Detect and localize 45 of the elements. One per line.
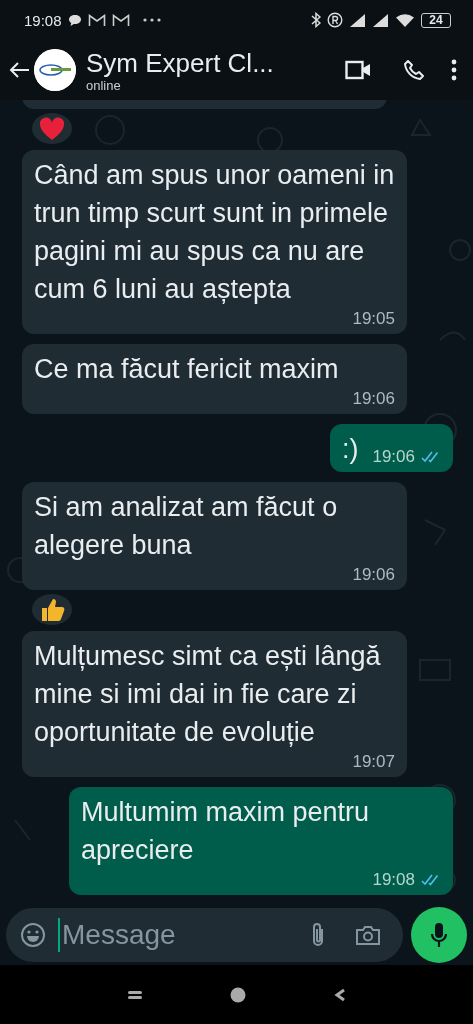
message-time: 19:08 [372, 869, 415, 891]
message-bar[interactable]: Message [6, 908, 403, 962]
battery-level: 24 [421, 12, 451, 28]
wifi-icon [395, 12, 415, 28]
message-text: Mulțumesc simt ca ești lângă mine si imi dai in fie care zi oportunitate de evoluție [34, 640, 382, 749]
message-bubble[interactable]: Ce ma făcut fericit maxim 19:06 [22, 344, 407, 415]
message-bubble[interactable]: Multumim maxim pentru apreciere 19:08 [69, 787, 453, 895]
status-time: 19:08 [24, 11, 62, 29]
signal-icon [372, 12, 389, 28]
message-time: 19:06 [352, 564, 395, 587]
message-bubble[interactable]: Mulțumesc simt ca ești lângă mine si imi dai in fie care zi oportunitate de evoluție 19:07 [22, 631, 407, 777]
menu-icon[interactable] [451, 59, 457, 81]
microphone-icon [431, 922, 447, 948]
contact-status: online [86, 77, 122, 93]
message-text: Si am analizat am făcut o alegere buna [34, 491, 339, 563]
chat-bubble-icon [67, 13, 82, 27]
registered-icon [327, 12, 343, 28]
contact-avatar[interactable] [34, 49, 76, 91]
message-time: 19:06 [352, 388, 395, 411]
mail-icon [87, 13, 106, 27]
message-time: 19:05 [352, 308, 395, 331]
message-text: Ce ma făcut fericit maxim [34, 353, 339, 387]
message-text: Când am spus unor oameni in trun timp scurt sunt in primele pagini mi au spus ca nu are cum 6 luni au aștepta [34, 159, 395, 307]
back-icon[interactable] [333, 987, 346, 1002]
bluetooth-icon [311, 12, 321, 28]
message-text: Multumim maxim pentru apreciere [81, 796, 371, 867]
heart-reaction-icon [32, 113, 72, 145]
message-time: 19:06 [372, 446, 415, 469]
message-bubble[interactable]: Când am spus unor oameni in trun timp scurt sunt in primele pagini mi au spus ca nu are cum 6 luni au aștepta 19:05 [22, 150, 407, 335]
contact-name: Sym Expert Cl... [86, 47, 275, 78]
emoji-icon[interactable] [20, 922, 46, 948]
phone-icon[interactable] [403, 59, 425, 81]
message-time: 19:07 [352, 751, 395, 773]
camera-icon[interactable] [355, 924, 381, 946]
voice-message-button[interactable] [411, 907, 467, 963]
signal-icon [349, 12, 366, 28]
more-notifications-icon [141, 17, 162, 23]
message-text: :) [341, 433, 359, 467]
message-bubble[interactable]: Si am analizat am făcut o alegere buna 19:06 [22, 482, 407, 591]
thumbs-up-reaction-icon [32, 594, 72, 625]
recent-apps-icon[interactable] [127, 989, 142, 1000]
video-call-icon[interactable] [345, 60, 371, 80]
mail-icon [111, 13, 130, 27]
message-bubble[interactable]: :) 19:06 [329, 424, 453, 473]
home-icon[interactable] [229, 986, 246, 1003]
